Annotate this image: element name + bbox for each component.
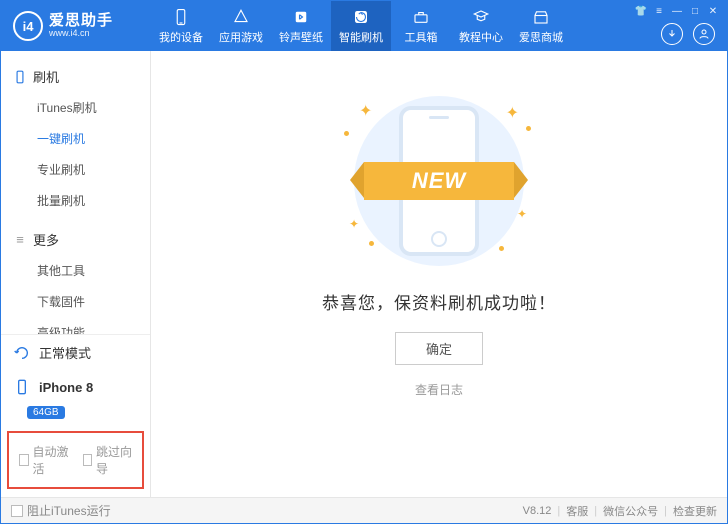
more-icon: ≡ — [13, 233, 27, 247]
device-mode[interactable]: 正常模式 — [1, 335, 150, 370]
nav-toolbox[interactable]: 工具箱 — [391, 1, 451, 51]
minimize-icon[interactable]: — — [671, 5, 683, 17]
sidebar-item-download-fw[interactable]: 下载固件 — [1, 286, 150, 317]
sidebar-group-flash[interactable]: 刷机 — [1, 61, 150, 92]
nav-apps[interactable]: 应用游戏 — [211, 1, 271, 51]
nav-ring[interactable]: 铃声壁纸 — [271, 1, 331, 51]
download-button[interactable] — [661, 23, 683, 45]
header-bar: i4 爱思助手 www.i4.cn 我的设备 应用游戏 铃声壁纸 智能刷机 — [1, 1, 727, 51]
skip-guide-checkbox[interactable]: 跳过向导 — [83, 443, 133, 477]
checkbox-icon — [19, 454, 29, 466]
view-log-link[interactable]: 查看日志 — [415, 381, 463, 398]
apps-icon — [232, 8, 250, 26]
nav-label: 我的设备 — [159, 29, 203, 45]
checkbox-icon — [83, 454, 93, 466]
nav-label: 智能刷机 — [339, 29, 383, 45]
logo-icon: i4 — [13, 11, 43, 41]
sparkle-icon: ✦ — [359, 101, 372, 121]
brand-logo: i4 爱思助手 www.i4.cn — [1, 1, 151, 51]
footer-bar: 阻止iTunes运行 V8.12 | 客服 | 微信公众号 | 检查更新 — [1, 497, 727, 523]
ring-icon — [292, 8, 310, 26]
phone-icon — [13, 70, 27, 84]
sparkle-icon: ✦ — [517, 207, 527, 221]
sidebar-item-other-tools[interactable]: 其他工具 — [1, 255, 150, 286]
nav-label: 工具箱 — [405, 29, 438, 45]
checkbox-label: 阻止iTunes运行 — [27, 502, 111, 519]
success-illustration: ✦ ✦ ✦ ✦ NEW — [329, 91, 549, 271]
main-panel: ✦ ✦ ✦ ✦ NEW 恭喜您，保资料刷机成功啦！ 确定 查看日志 — [151, 51, 727, 497]
close-icon[interactable]: ✕ — [707, 5, 719, 17]
device-name: iPhone 8 — [39, 380, 93, 395]
tshirt-icon[interactable]: 👕 — [635, 5, 647, 17]
sidebar-item-batch-flash[interactable]: 批量刷机 — [1, 185, 150, 216]
checkbox-label: 自动激活 — [33, 443, 69, 477]
app-window: i4 爱思助手 www.i4.cn 我的设备 应用游戏 铃声壁纸 智能刷机 — [0, 0, 728, 524]
sparkle-icon: ✦ — [349, 217, 359, 231]
wechat-link[interactable]: 微信公众号 — [603, 503, 658, 519]
version-label: V8.12 — [523, 505, 552, 517]
menu-icon[interactable]: ≡ — [653, 5, 665, 17]
new-ribbon: NEW — [364, 162, 514, 200]
brand-url: www.i4.cn — [49, 29, 113, 39]
block-itunes-checkbox[interactable]: 阻止iTunes运行 — [11, 502, 111, 519]
auto-activate-checkbox[interactable]: 自动激活 — [19, 443, 69, 477]
sidebar-item-pro-flash[interactable]: 专业刷机 — [1, 154, 150, 185]
toolbox-icon — [412, 8, 430, 26]
nav-tutorial[interactable]: 教程中心 — [451, 1, 511, 51]
mode-label: 正常模式 — [39, 343, 91, 362]
storage-badge: 64GB — [27, 406, 65, 419]
refresh-icon — [13, 344, 31, 362]
checkbox-icon — [11, 505, 23, 517]
nav-label: 应用游戏 — [219, 29, 263, 45]
flash-icon — [352, 8, 370, 26]
store-icon — [532, 8, 550, 26]
bottom-options-highlight: 自动激活 跳过向导 — [7, 431, 144, 489]
brand-name: 爱思助手 — [49, 13, 113, 30]
user-button[interactable] — [693, 23, 715, 45]
body: 刷机 iTunes刷机 一键刷机 专业刷机 批量刷机 ≡ 更多 其他工具 下载固… — [1, 51, 727, 497]
tutorial-icon — [472, 8, 490, 26]
phone-small-icon — [13, 378, 31, 396]
nav-label: 铃声壁纸 — [279, 29, 323, 45]
maximize-icon[interactable]: □ — [689, 5, 701, 17]
nav-label: 爱思商城 — [519, 29, 563, 45]
window-controls: 👕 ≡ — □ ✕ — [635, 5, 719, 17]
device-icon — [172, 8, 190, 26]
sidebar-item-onekey-flash[interactable]: 一键刷机 — [1, 123, 150, 154]
check-update-link[interactable]: 检查更新 — [673, 503, 717, 519]
nav-device[interactable]: 我的设备 — [151, 1, 211, 51]
ribbon-text: NEW — [364, 162, 514, 200]
sidebar-group-title: 刷机 — [33, 67, 59, 86]
support-link[interactable]: 客服 — [566, 503, 588, 519]
sidebar-group-more[interactable]: ≡ 更多 — [1, 224, 150, 255]
connected-device[interactable]: iPhone 8 — [1, 370, 150, 404]
sparkle-icon: ✦ — [506, 103, 519, 123]
sidebar-item-advanced[interactable]: 高级功能 — [1, 317, 150, 334]
success-message: 恭喜您，保资料刷机成功啦！ — [322, 289, 556, 314]
checkbox-label: 跳过向导 — [96, 443, 132, 477]
sidebar-group-title: 更多 — [33, 230, 59, 249]
sidebar-item-itunes-flash[interactable]: iTunes刷机 — [1, 92, 150, 123]
ok-button[interactable]: 确定 — [395, 332, 483, 365]
nav-label: 教程中心 — [459, 29, 503, 45]
nav-store[interactable]: 爱思商城 — [511, 1, 571, 51]
sidebar: 刷机 iTunes刷机 一键刷机 专业刷机 批量刷机 ≡ 更多 其他工具 下载固… — [1, 51, 151, 497]
nav-flash[interactable]: 智能刷机 — [331, 1, 391, 51]
